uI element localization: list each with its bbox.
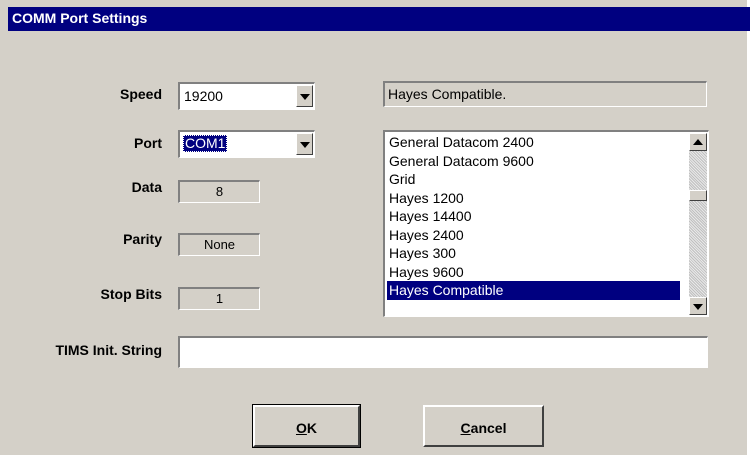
title-bar: COMM Port Settings: [8, 7, 750, 31]
cancel-mnemonic: C: [460, 420, 471, 436]
modem-list-scrollbar[interactable]: [689, 133, 707, 315]
port-value: COM1: [183, 135, 228, 152]
stop-bits-field: 1: [178, 287, 260, 310]
scroll-thumb[interactable]: [689, 190, 707, 201]
cancel-button-label: Cancel: [425, 420, 542, 436]
data-bits-field: 8: [178, 180, 260, 203]
list-item[interactable]: General Datacom 9600: [387, 152, 680, 171]
chevron-up-icon: [693, 139, 703, 145]
list-item[interactable]: Hayes 2400: [387, 226, 680, 245]
port-label: Port: [134, 135, 162, 151]
parity-field: None: [178, 233, 260, 256]
ok-button-label: OK: [255, 420, 358, 436]
modem-selection-text: Hayes Compatible.: [388, 86, 507, 102]
list-item[interactable]: Hayes 14400: [387, 207, 680, 226]
parity-label: Parity: [123, 231, 162, 247]
chevron-down-icon: [300, 94, 310, 100]
chevron-down-icon: [300, 142, 310, 148]
speed-label: Speed: [119, 86, 162, 102]
list-item[interactable]: Hayes Compatible: [387, 281, 680, 300]
ok-label-rest: K: [306, 420, 317, 436]
modem-list: General Datacom 2400 General Datacom 9600…: [387, 133, 680, 300]
list-item[interactable]: Hayes 300: [387, 244, 680, 263]
data-label: Data: [131, 179, 162, 195]
list-item[interactable]: General Datacom 2400: [387, 133, 680, 152]
ok-mnemonic: O: [295, 420, 307, 436]
scroll-down-button[interactable]: [689, 297, 707, 315]
list-item[interactable]: Hayes 1200: [387, 189, 680, 208]
speed-dropdown[interactable]: 19200: [178, 82, 315, 110]
port-dropdown-button[interactable]: [296, 133, 313, 155]
comm-port-settings-dialog: COMM Port Settings Speed Port Data Parit…: [0, 0, 750, 455]
list-item[interactable]: Grid: [387, 170, 680, 189]
tims-init-string-input[interactable]: [178, 336, 708, 368]
cancel-button[interactable]: Cancel: [423, 405, 544, 447]
tims-init-string-label: TIMS Init. String: [55, 342, 162, 358]
port-dropdown[interactable]: COM1: [178, 130, 315, 158]
modem-selection-display: Hayes Compatible.: [383, 81, 707, 107]
ok-button[interactable]: OK: [252, 404, 361, 448]
scroll-up-button[interactable]: [689, 133, 707, 151]
stop-bits-label: Stop Bits: [100, 286, 162, 302]
speed-dropdown-button[interactable]: [296, 85, 313, 107]
cancel-label-rest: ancel: [470, 420, 507, 436]
chevron-down-icon: [693, 304, 703, 310]
window-title: COMM Port Settings: [12, 10, 148, 26]
list-item[interactable]: Hayes 9600: [387, 263, 680, 282]
modem-listbox[interactable]: General Datacom 2400 General Datacom 9600…: [383, 130, 709, 317]
speed-value: 19200: [184, 88, 223, 104]
